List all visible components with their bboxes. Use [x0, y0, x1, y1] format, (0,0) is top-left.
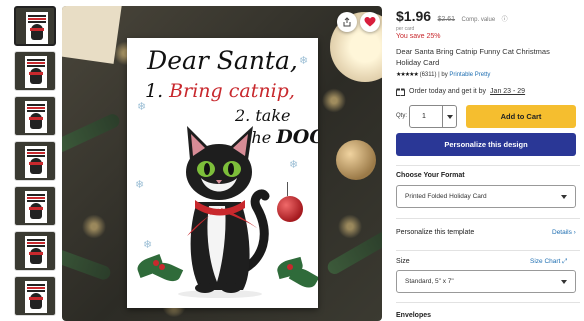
holly-berry: [159, 264, 165, 270]
gift-icon: [396, 88, 405, 96]
by-label: | by: [438, 72, 448, 78]
comp-value-label: Comp. value: [461, 17, 496, 23]
thumbnail[interactable]: [14, 51, 56, 91]
seller-link[interactable]: Printable Pretty: [449, 72, 490, 78]
ornament-illustration: [277, 182, 303, 222]
size-selected: Standard, 5" x 7": [405, 278, 454, 285]
thumbnail[interactable]: [14, 276, 56, 316]
qty-label: Qty:: [396, 113, 408, 119]
chevron-down-icon: [561, 279, 567, 284]
product-title: Dear Santa Bring Catnip Funny Cat Christ…: [396, 47, 550, 67]
star-rating-icon: ★★★★★: [396, 72, 419, 78]
format-selected: Printed Folded Holiday Card: [405, 193, 487, 200]
review-count[interactable]: (6311): [420, 72, 437, 78]
holly-berry: [287, 264, 293, 270]
format-select[interactable]: Printed Folded Holiday Card: [396, 185, 576, 208]
favorite-button[interactable]: [360, 12, 380, 32]
greeting-card: Dear Santa, 1. Bring catnip, 2. take the…: [127, 38, 318, 308]
savings-text: You save 25%: [396, 33, 441, 40]
thumbnail[interactable]: [14, 186, 56, 226]
size-label: Size: [396, 258, 410, 265]
size-select[interactable]: Standard, 5" x 7": [396, 270, 576, 293]
divider: [396, 165, 580, 166]
pine-branch-decoration: [325, 229, 382, 277]
snowflake-icon: ❄: [289, 159, 299, 171]
add-to-cart-button[interactable]: Add to Cart: [466, 105, 576, 128]
heart-icon: [364, 17, 376, 27]
info-icon[interactable]: ⓘ: [502, 17, 508, 23]
share-icon: [343, 17, 351, 27]
personalize-template-label: Personalize this template: [396, 229, 475, 236]
thumbnail[interactable]: [14, 141, 56, 181]
price-row: $1.96 $2.61 Comp. value ⓘ: [396, 8, 508, 26]
chevron-down-icon: [442, 106, 456, 127]
delivery-date[interactable]: Jan 23 - 29: [490, 88, 525, 95]
chevron-down-icon: [561, 194, 567, 199]
size-chart-link[interactable]: Size Chart ⤢: [530, 258, 567, 266]
pine-branch-decoration: [62, 244, 113, 282]
personalize-design-button[interactable]: Personalize this design: [396, 133, 576, 156]
thumbnail-strip: [14, 6, 56, 321]
gift-box-decoration: [62, 6, 122, 64]
envelopes-label: Envelopes: [396, 312, 432, 319]
ornament-decoration: [336, 140, 376, 180]
pine-branch-decoration: [62, 111, 122, 155]
details-link[interactable]: Details ›: [552, 229, 576, 236]
card-line-2: 1. Bring catnip,: [145, 80, 295, 102]
delivery-info: Order today and get it by Jan 23 - 29: [396, 87, 525, 96]
format-label: Choose Your Format: [396, 172, 465, 179]
per-card-label: per card: [396, 26, 415, 32]
price: $1.96: [396, 8, 432, 24]
quantity-select[interactable]: 1: [409, 105, 457, 128]
delivery-text: Order today and get it by: [409, 88, 487, 95]
divider: [396, 218, 580, 219]
divider: [396, 302, 580, 303]
thumbnail[interactable]: [14, 96, 56, 136]
product-details-panel: $1.96 $2.61 Comp. value ⓘ per card You s…: [396, 0, 584, 321]
quantity-value: 1: [422, 113, 426, 120]
snowflake-icon: ❄: [137, 101, 147, 113]
snowflake-icon: ❄: [143, 239, 153, 251]
thumbnail[interactable]: [14, 231, 56, 271]
thumbnail[interactable]: [14, 6, 56, 46]
product-main-image[interactable]: Dear Santa, 1. Bring catnip, 2. take the…: [62, 6, 382, 321]
holly-berry: [153, 260, 159, 266]
share-button[interactable]: [337, 12, 357, 32]
card-line-1: Dear Santa,: [147, 46, 298, 75]
old-price: $2.61: [437, 16, 456, 23]
rating-row: ★★★★★ (6311) | by Printable Pretty: [396, 71, 490, 78]
divider: [396, 250, 580, 251]
snowflake-icon: ❄: [299, 55, 309, 67]
snowflake-icon: ❄: [135, 179, 145, 191]
